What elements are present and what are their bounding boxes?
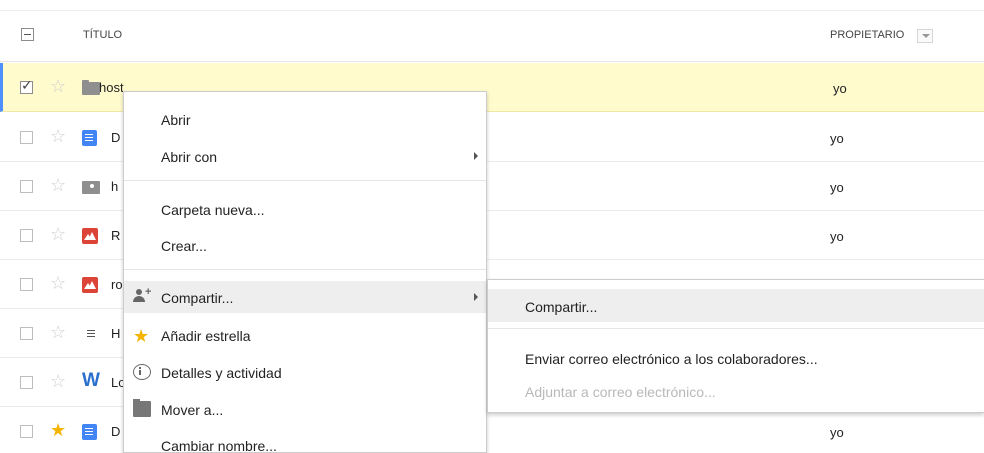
image-icon bbox=[82, 228, 98, 244]
file-name[interactable]: host bbox=[99, 80, 124, 95]
file-name[interactable]: D bbox=[111, 130, 120, 145]
file-owner: yo bbox=[830, 180, 844, 195]
share-submenu: Compartir... Enviar correo electrónico a… bbox=[487, 279, 984, 413]
star-icon[interactable]: ☆ bbox=[50, 77, 66, 95]
file-list-header: TÍTULO PROPIETARIO bbox=[0, 11, 984, 62]
menu-item-create[interactable]: Crear... bbox=[124, 229, 486, 261]
menu-item-details[interactable]: Detalles y actividad bbox=[124, 356, 486, 388]
file-name[interactable]: R bbox=[111, 228, 120, 243]
menu-item-new-folder[interactable]: Carpeta nueva... bbox=[124, 193, 486, 225]
file-owner: yo bbox=[830, 229, 844, 244]
folder-icon bbox=[133, 399, 151, 417]
context-menu: Abrir Abrir con Carpeta nueva... Crear..… bbox=[123, 91, 487, 453]
add-person-icon: + bbox=[133, 286, 151, 305]
submenu-item-label: Adjuntar a correo electrónico... bbox=[525, 384, 716, 400]
file-name[interactable]: h bbox=[111, 179, 118, 194]
column-title[interactable]: TÍTULO bbox=[83, 29, 122, 41]
select-all-checkbox[interactable] bbox=[21, 28, 34, 41]
menu-item-label: Detalles y actividad bbox=[161, 365, 282, 381]
menu-item-add-star[interactable]: ★ Añadir estrella bbox=[124, 319, 486, 351]
star-icon[interactable]: ☆ bbox=[50, 323, 66, 341]
menu-item-label: Abrir bbox=[161, 112, 191, 128]
shared-folder-icon bbox=[82, 181, 100, 194]
file-name[interactable]: D bbox=[111, 424, 120, 439]
star-icon[interactable]: ☆ bbox=[50, 225, 66, 243]
menu-item-rename[interactable]: Cambiar nombre... bbox=[124, 429, 486, 453]
file-name[interactable]: ro bbox=[111, 277, 123, 292]
menu-item-label: Crear... bbox=[161, 238, 207, 254]
owner-sort-dropdown-icon[interactable] bbox=[917, 29, 933, 43]
file-owner: yo bbox=[830, 131, 844, 146]
star-icon: ★ bbox=[133, 326, 150, 346]
image-icon bbox=[82, 277, 98, 293]
checkmark-icon: ✓ bbox=[21, 77, 33, 93]
menu-item-label: Carpeta nueva... bbox=[161, 202, 265, 218]
menu-divider bbox=[124, 180, 486, 181]
row-checkbox[interactable] bbox=[20, 229, 33, 242]
menu-item-open[interactable]: Abrir bbox=[124, 103, 486, 135]
submenu-arrow-icon bbox=[474, 152, 478, 160]
star-icon[interactable]: ☆ bbox=[50, 127, 66, 145]
menu-item-label: Añadir estrella bbox=[161, 328, 251, 344]
star-icon[interactable]: ☆ bbox=[50, 274, 66, 292]
menu-item-label: Compartir... bbox=[161, 290, 234, 306]
file-owner: yo bbox=[830, 425, 844, 440]
folder-icon bbox=[82, 80, 100, 95]
row-checkbox[interactable]: ✓ bbox=[20, 77, 33, 94]
info-icon bbox=[133, 364, 151, 380]
menu-item-label: Cambiar nombre... bbox=[161, 438, 277, 453]
submenu-item-share[interactable]: Compartir... bbox=[488, 289, 984, 322]
star-icon[interactable]: ★ bbox=[50, 421, 66, 439]
file-owner: yo bbox=[833, 81, 847, 96]
text-file-icon bbox=[87, 329, 97, 339]
menu-item-label: Abrir con bbox=[161, 149, 218, 165]
column-owner[interactable]: PROPIETARIO bbox=[830, 29, 904, 41]
submenu-item-label: Compartir... bbox=[525, 299, 598, 315]
menu-divider bbox=[124, 269, 486, 270]
row-checkbox[interactable] bbox=[20, 278, 33, 291]
submenu-divider bbox=[488, 328, 984, 329]
menu-item-move-to[interactable]: Mover a... bbox=[124, 393, 486, 425]
submenu-arrow-icon bbox=[474, 293, 478, 301]
row-checkbox[interactable] bbox=[20, 425, 33, 438]
document-icon bbox=[82, 130, 97, 146]
star-icon[interactable]: ☆ bbox=[50, 372, 66, 390]
row-checkbox[interactable] bbox=[20, 131, 33, 144]
menu-item-label: Mover a... bbox=[161, 402, 224, 418]
menu-item-open-with[interactable]: Abrir con bbox=[124, 140, 486, 172]
document-icon bbox=[82, 424, 97, 440]
row-checkbox[interactable] bbox=[20, 180, 33, 193]
file-name[interactable]: H bbox=[111, 326, 120, 341]
word-icon: W bbox=[82, 370, 100, 391]
submenu-item-email-collaborators[interactable]: Enviar correo electrónico a los colabora… bbox=[488, 341, 984, 374]
star-icon[interactable]: ☆ bbox=[50, 176, 66, 194]
submenu-item-label: Enviar correo electrónico a los colabora… bbox=[525, 351, 818, 367]
submenu-item-attach-email: Adjuntar a correo electrónico... bbox=[488, 374, 984, 407]
menu-item-share[interactable]: + Compartir... bbox=[124, 281, 486, 313]
row-checkbox[interactable] bbox=[20, 327, 33, 340]
row-checkbox[interactable] bbox=[20, 376, 33, 389]
